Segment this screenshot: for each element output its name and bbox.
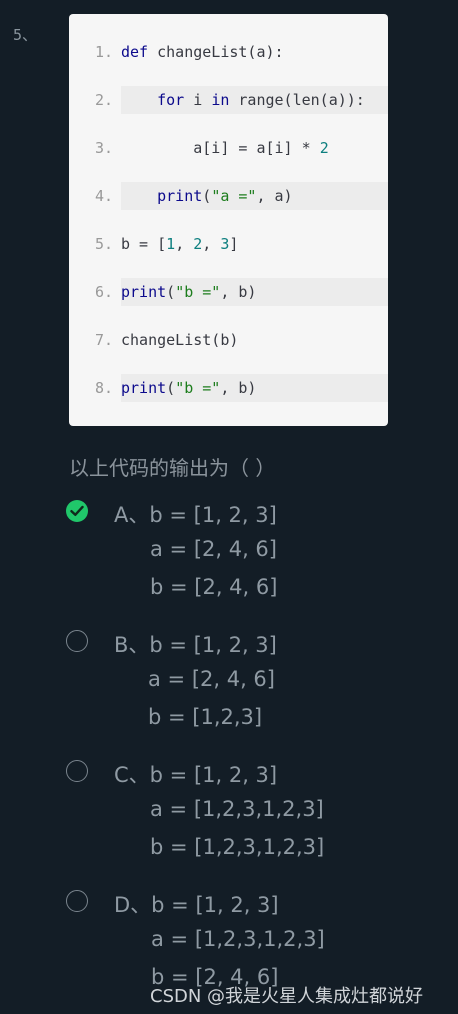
option-line: B、b = [1, 2, 3] — [114, 633, 277, 657]
code-text: changeList(b) — [121, 326, 388, 354]
option-line: a = [1,2,3,1,2,3] — [151, 927, 325, 951]
code-token: changeList(b) — [121, 331, 239, 349]
code-token: 2 — [319, 139, 329, 157]
line-number: 7. — [94, 331, 113, 349]
question-number: 5、 — [13, 26, 38, 44]
code-text: print("b =", b) — [121, 278, 388, 306]
code-token: "b =" — [175, 379, 221, 397]
checkmark-icon — [70, 505, 84, 516]
line-number: 3. — [94, 139, 113, 157]
code-token: for — [157, 91, 185, 109]
option-c[interactable]: C、b = [1, 2, 3] a = [1,2,3,1,2,3] b = [1,2… — [0, 757, 458, 877]
code-token: "b =" — [175, 283, 221, 301]
code-text: a[i] = a[i] * 2 — [121, 134, 388, 162]
code-token: , b) — [220, 283, 257, 301]
option-line: C、b = [1, 2, 3] — [114, 763, 278, 787]
option-a[interactable]: A、b = [1, 2, 3] a = [2, 4, 6] b = [2, 4, 6… — [0, 497, 458, 617]
code-token: print — [121, 379, 167, 397]
code-token: , a) — [256, 187, 293, 205]
code-line: 4. print("a =", a) — [69, 182, 388, 210]
code-text: for i in range(len(a)): — [121, 86, 388, 114]
option-b[interactable]: B、b = [1, 2, 3] a = [2, 4, 6] b = [1,2,3] — [0, 627, 458, 747]
option-line: A、b = [1, 2, 3] — [114, 503, 277, 527]
radio-icon[interactable] — [66, 890, 88, 912]
line-number: 8. — [94, 379, 113, 397]
code-token: , — [175, 235, 194, 253]
option-line: b = [2, 4, 6] — [150, 575, 278, 599]
code-token: range(len(a)): — [229, 91, 365, 109]
code-text: print("a =", a) — [121, 182, 388, 210]
line-number: 1. — [94, 43, 113, 61]
code-line: 1. def changeList(a): — [69, 38, 388, 66]
code-token: ] — [229, 235, 239, 253]
option-line: b = [1,2,3] — [148, 705, 263, 729]
code-token: 2 — [193, 235, 203, 253]
code-line: 6. print("b =", b) — [69, 278, 388, 306]
code-token: b = [ — [121, 235, 167, 253]
radio-icon[interactable] — [66, 760, 88, 782]
code-token: changeList(a): — [157, 43, 284, 61]
option-line: a = [1,2,3,1,2,3] — [150, 797, 324, 821]
option-line: a = [2, 4, 6] — [150, 537, 277, 561]
question-text: 以上代码的输出为（ ） — [69, 456, 276, 480]
option-line: a = [2, 4, 6] — [148, 667, 275, 691]
code-line: 5. b = [1, 2, 3] — [69, 230, 388, 258]
code-block: 1. def changeList(a): 2. for i in range(le… — [69, 14, 388, 426]
code-token: 1 — [166, 235, 176, 253]
code-token: print — [121, 283, 167, 301]
code-text: print("b =", b) — [121, 374, 388, 402]
code-line: 8. print("b =", b) — [69, 374, 388, 402]
code-text: def changeList(a): — [121, 38, 388, 66]
code-token: print — [157, 187, 203, 205]
code-token: i — [184, 91, 212, 109]
line-number: 2. — [94, 91, 113, 109]
line-number: 6. — [94, 283, 113, 301]
option-line: D、b = [1, 2, 3] — [114, 893, 279, 917]
watermark: CSDN @我是火星人集成灶都说好 — [150, 986, 424, 1007]
code-text: b = [1, 2, 3] — [121, 230, 388, 258]
code-token: , b) — [220, 379, 257, 397]
code-token: a[i] = a[i] * — [121, 139, 320, 157]
code-line: 7. changeList(b) — [69, 326, 388, 354]
code-token: "a =" — [211, 187, 257, 205]
code-line: 2. for i in range(len(a)): — [69, 86, 388, 114]
code-token: ( — [166, 379, 176, 397]
code-token: in — [211, 91, 230, 109]
code-token: ( — [166, 283, 176, 301]
line-number: 4. — [94, 187, 113, 205]
option-line: b = [1,2,3,1,2,3] — [150, 835, 325, 859]
code-token: def — [121, 43, 158, 61]
radio-icon[interactable] — [66, 630, 88, 652]
code-token: , — [202, 235, 221, 253]
line-number: 5. — [94, 235, 113, 253]
code-token: ( — [202, 187, 212, 205]
code-line: 3. a[i] = a[i] * 2 — [69, 134, 388, 162]
checked-radio-icon[interactable] — [66, 500, 88, 522]
